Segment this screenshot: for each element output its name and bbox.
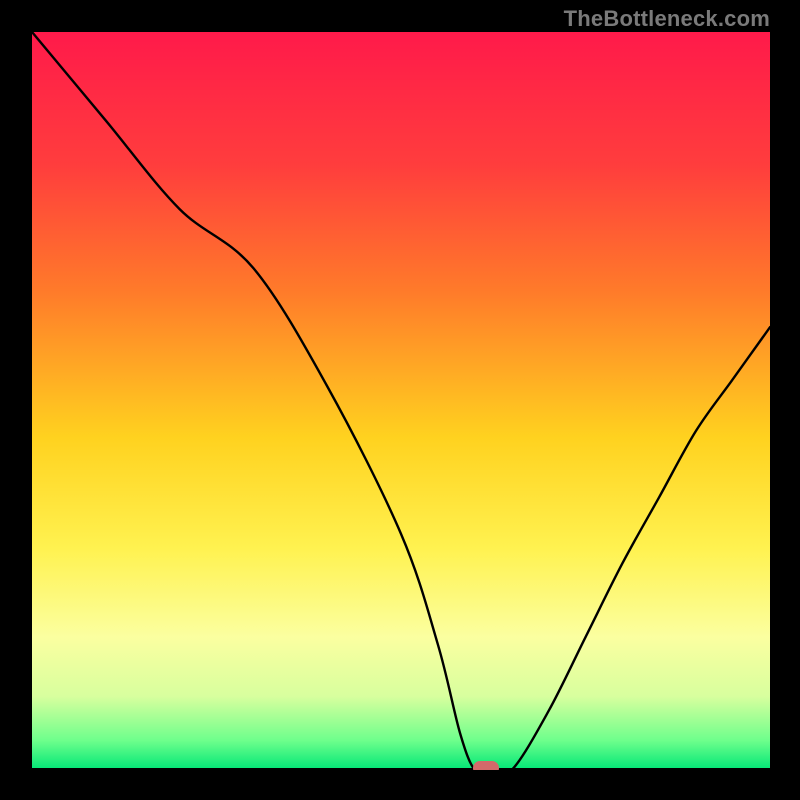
bottleneck-chart: TheBottleneck.com <box>0 0 800 800</box>
gradient-background <box>32 32 770 770</box>
chart-svg <box>32 32 770 770</box>
optimal-marker <box>473 761 499 770</box>
plot-area <box>32 32 770 770</box>
watermark-text: TheBottleneck.com <box>564 6 770 32</box>
